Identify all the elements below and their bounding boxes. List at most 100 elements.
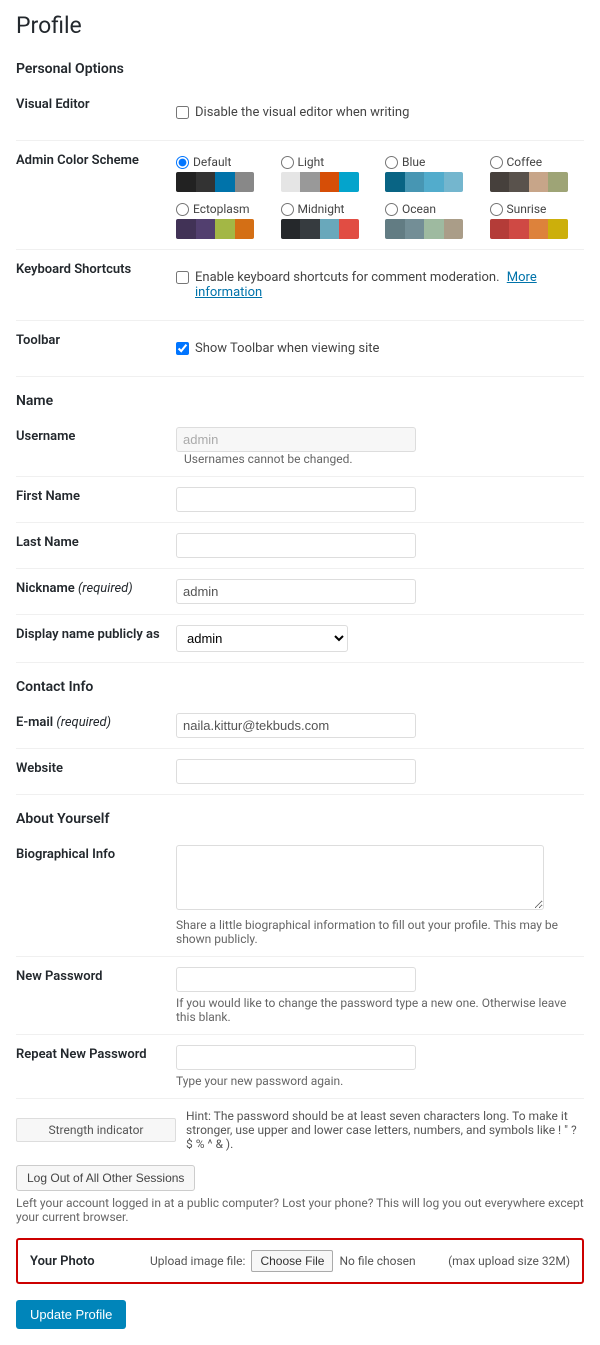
last-name-input[interactable] [176,533,416,558]
color-radio-coffee[interactable] [490,156,503,169]
color-option-ectoplasm[interactable]: Ectoplasm [176,202,271,239]
display-name-label: Display name publicly as [16,615,176,663]
section-contact-info: Contact Info [16,679,584,695]
color-label-light: Light [298,155,325,169]
color-option-light[interactable]: Light [281,155,376,192]
nickname-required: (required) [78,581,133,596]
first-name-label: First Name [16,477,176,523]
display-name-row: Display name publicly as admin [16,615,584,663]
repeat-password-input[interactable] [176,1045,416,1070]
new-password-label: New Password [16,957,176,1035]
color-radio-sunrise[interactable] [490,203,503,216]
update-profile-button[interactable]: Update Profile [16,1300,126,1329]
website-label: Website [16,749,176,795]
color-option-sunrise[interactable]: Sunrise [490,202,585,239]
personal-options-table: Visual Editor Disable the visual editor … [16,85,584,377]
color-label-coffee: Coffee [507,155,543,169]
username-row: Username Usernames cannot be changed. [16,417,584,477]
color-swatch-sunrise [490,219,568,239]
color-swatch-blue [385,172,463,192]
color-radio-midnight[interactable] [281,203,294,216]
color-option-blue[interactable]: Blue [385,155,480,192]
username-label: Username [16,417,176,477]
keyboard-shortcuts-label: Keyboard Shortcuts [16,250,176,321]
color-label-blue: Blue [402,155,425,169]
bio-description: Share a little biographical information … [176,918,584,946]
new-password-description: If you would like to change the password… [176,996,584,1024]
visual-editor-checkbox-label: Disable the visual editor when writing [195,105,409,120]
color-label-sunrise: Sunrise [507,202,547,216]
visual-editor-label: Visual Editor [16,85,176,141]
keyboard-shortcuts-checkbox-row: Enable keyboard shortcuts for comment mo… [176,260,584,310]
email-row: E-mail (required) [16,703,584,749]
photo-upload-area: Upload image file: Choose File No file c… [150,1250,448,1272]
logout-row: Log Out of All Other Sessions Left your … [16,1165,584,1224]
color-label-ocean: Ocean [402,202,436,216]
strength-hint: Hint: The password should be at least se… [186,1109,584,1151]
username-input [176,427,416,452]
color-scheme-label: Admin Color Scheme [16,141,176,250]
color-label-default: Default [193,155,231,169]
color-radio-blue[interactable] [385,156,398,169]
repeat-password-row: Repeat New Password Type your new passwo… [16,1035,584,1099]
logout-button[interactable]: Log Out of All Other Sessions [16,1165,195,1191]
keyboard-shortcuts-row: Keyboard Shortcuts Enable keyboard short… [16,250,584,321]
bio-label: Biographical Info [16,835,176,957]
section-about-yourself: About Yourself [16,811,584,827]
visual-editor-checkbox-row: Disable the visual editor when writing [176,95,584,130]
repeat-password-label: Repeat New Password [16,1035,176,1099]
toolbar-checkbox-label: Show Toolbar when viewing site [195,341,379,356]
visual-editor-checkbox[interactable] [176,106,189,119]
display-name-select[interactable]: admin [176,625,348,652]
last-name-row: Last Name [16,523,584,569]
color-swatch-default [176,172,254,192]
bio-textarea[interactable] [176,845,544,910]
color-option-ocean[interactable]: Ocean [385,202,480,239]
color-option-midnight[interactable]: Midnight [281,202,376,239]
toolbar-row: Toolbar Show Toolbar when viewing site [16,321,584,377]
color-option-coffee[interactable]: Coffee [490,155,585,192]
website-input[interactable] [176,759,416,784]
color-radio-ocean[interactable] [385,203,398,216]
toolbar-label: Toolbar [16,321,176,377]
toolbar-checkbox[interactable] [176,342,189,355]
first-name-input[interactable] [176,487,416,512]
page-title: Profile [16,12,584,45]
name-table: Username Usernames cannot be changed. Fi… [16,417,584,663]
email-label: E-mail (required) [16,703,176,749]
color-swatch-ectoplasm [176,219,254,239]
new-password-input[interactable] [176,967,416,992]
username-note: Usernames cannot be changed. [184,452,353,466]
nickname-input[interactable] [176,579,416,604]
keyboard-shortcuts-checkbox[interactable] [176,271,189,284]
bio-row: Biographical Info Share a little biograp… [16,835,584,957]
strength-indicator-row: Strength indicator Hint: The password sh… [16,1109,584,1151]
email-input[interactable] [176,713,416,738]
choose-file-button[interactable]: Choose File [251,1250,333,1272]
color-scheme-row: Admin Color Scheme Default [16,141,584,250]
color-swatch-coffee [490,172,568,192]
new-password-row: New Password If you would like to change… [16,957,584,1035]
visual-editor-row: Visual Editor Disable the visual editor … [16,85,584,141]
color-label-ectoplasm: Ectoplasm [193,202,250,216]
color-swatch-ocean [385,219,463,239]
color-label-midnight: Midnight [298,202,345,216]
photo-upload-label: Upload image file: [150,1254,245,1268]
contact-table: E-mail (required) Website [16,703,584,795]
about-table: Biographical Info Share a little biograp… [16,835,584,1099]
toolbar-checkbox-row: Show Toolbar when viewing site [176,331,584,366]
color-radio-default[interactable] [176,156,189,169]
color-radio-ectoplasm[interactable] [176,203,189,216]
max-upload-size: (max upload size 32M) [448,1254,570,1268]
color-radio-light[interactable] [281,156,294,169]
nickname-label: Nickname (required) [16,569,176,615]
color-swatch-light [281,172,359,192]
profile-page: Profile Personal Options Visual Editor D… [0,0,600,1345]
your-photo-section: Your Photo Upload image file: Choose Fil… [16,1238,584,1284]
strength-indicator: Strength indicator [16,1118,176,1142]
color-swatch-midnight [281,219,359,239]
logout-description: Left your account logged in at a public … [16,1196,584,1224]
submit-row: Update Profile [16,1300,584,1329]
color-option-default[interactable]: Default [176,155,271,192]
last-name-label: Last Name [16,523,176,569]
